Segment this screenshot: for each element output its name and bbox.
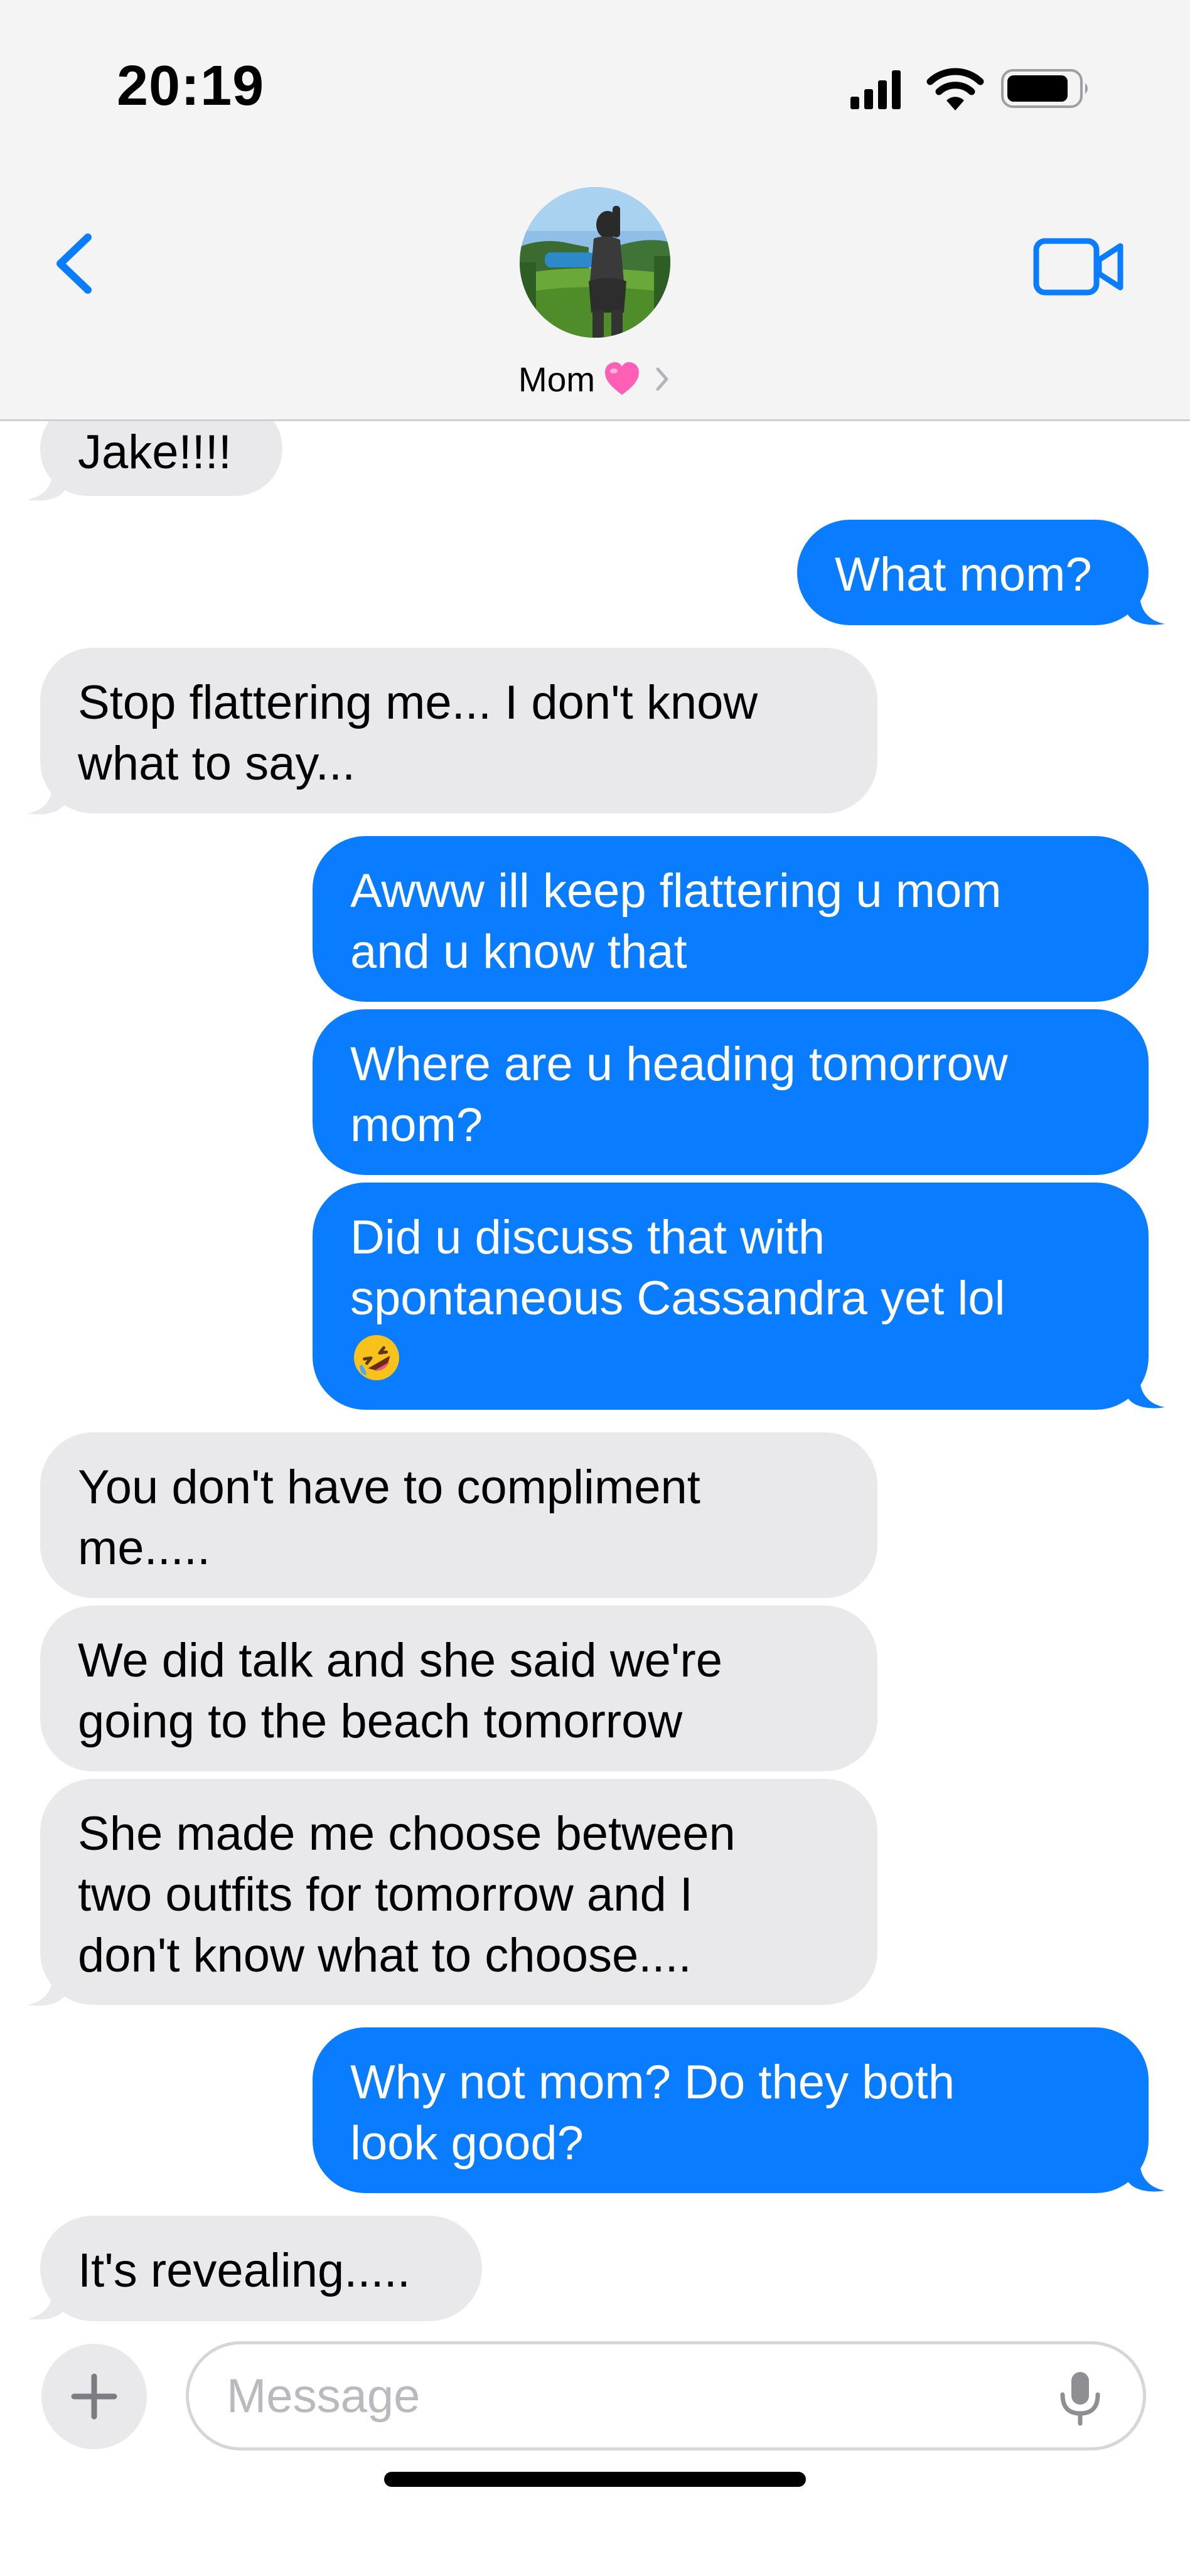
message-bubble-incoming[interactable]: You don't have to compliment me..... (40, 1432, 877, 1598)
bubble-tail (28, 778, 65, 815)
message-input[interactable] (227, 2344, 1043, 2447)
message-text: look good? (350, 2117, 584, 2170)
avatar[interactable] (520, 187, 670, 338)
message-bubble-outgoing[interactable]: Awww ill keep flattering u mom and u kno… (313, 836, 1149, 1002)
contact-name: Mom (518, 360, 596, 399)
message-text: You don't have to compliment (78, 1461, 700, 1514)
message-text: What mom? (835, 548, 1092, 601)
message-text: and u know that (350, 925, 687, 979)
messages-screen: Jake!!!! What mom? Stop flattering me...… (0, 0, 1190, 2576)
bubble-tail (28, 1970, 65, 2006)
avatar-photo (520, 187, 670, 338)
status-time: 20:19 (117, 55, 265, 117)
bubble-tail (1127, 1372, 1165, 1409)
conversation-header: 20:19 Mom (0, 0, 1190, 421)
message-composer (0, 2322, 1190, 2576)
message-text: what to say... (78, 737, 356, 790)
message-text: Why not mom? Do they both (350, 2056, 955, 2109)
cellular-signal-icon (850, 70, 901, 109)
message-text: me..... (78, 1521, 211, 1575)
plus-button[interactable] (41, 2344, 147, 2449)
message-bubble-incoming[interactable]: Stop flattering me... I don't know what … (40, 648, 877, 813)
message-text: It's revealing..... (78, 2244, 410, 2297)
message-bubble-incoming[interactable]: We did talk and she said we're going to … (40, 1606, 877, 1771)
microphone-icon[interactable] (1055, 2369, 1105, 2426)
message-text: She made me choose between (78, 1807, 736, 1860)
message-text: two outfits for tomorrow and I (78, 1868, 693, 1921)
message-text: don't know what to choose.... (78, 1929, 692, 1982)
wifi-icon (926, 68, 984, 110)
message-text: going to the beach tomorrow (78, 1695, 683, 1748)
message-bubble-incoming[interactable]: It's revealing..... (40, 2216, 482, 2321)
message-bubble-incoming[interactable]: She made me choose between two outfits f… (40, 1779, 877, 2005)
video-camera-icon[interactable] (1032, 232, 1127, 301)
chevron-right-icon (656, 367, 668, 391)
battery-icon (1001, 69, 1088, 108)
status-bar-icons (850, 68, 1088, 110)
message-bubble-outgoing[interactable]: Why not mom? Do they both look good? (313, 2027, 1149, 2193)
bubble-tail (28, 2284, 65, 2320)
pink-heart-icon (605, 362, 640, 395)
message-text: spontaneous Cassandra yet lol (350, 1272, 1005, 1325)
contact-details-button[interactable]: Mom (0, 352, 1190, 404)
home-indicator[interactable] (384, 2472, 806, 2487)
message-text: Did u discuss that with (350, 1211, 825, 1264)
message-input-field[interactable] (186, 2341, 1146, 2450)
message-text: Awww ill keep flattering u mom (350, 864, 1002, 918)
rolling-on-floor-laughing-emoji (354, 1335, 399, 1380)
chevron-left-icon[interactable] (44, 226, 113, 301)
message-text: Where are u heading tomorrow (350, 1038, 1008, 1091)
bubble-tail (1127, 2155, 1165, 2192)
message-text: We did talk and she said we're (78, 1634, 723, 1687)
message-text: Stop flattering me... I don't know (78, 676, 758, 729)
message-bubble-outgoing[interactable]: Did u discuss that with spontaneous Cass… (313, 1183, 1149, 1410)
plus-icon (71, 2373, 117, 2420)
message-text: mom? (350, 1098, 483, 1152)
message-text: Jake!!!! (78, 426, 232, 479)
message-bubble-outgoing[interactable]: What mom? (797, 520, 1149, 625)
bubble-tail (1127, 589, 1165, 625)
bubble-tail (28, 464, 65, 501)
message-bubble-outgoing[interactable]: Where are u heading tomorrow mom? (313, 1009, 1149, 1175)
